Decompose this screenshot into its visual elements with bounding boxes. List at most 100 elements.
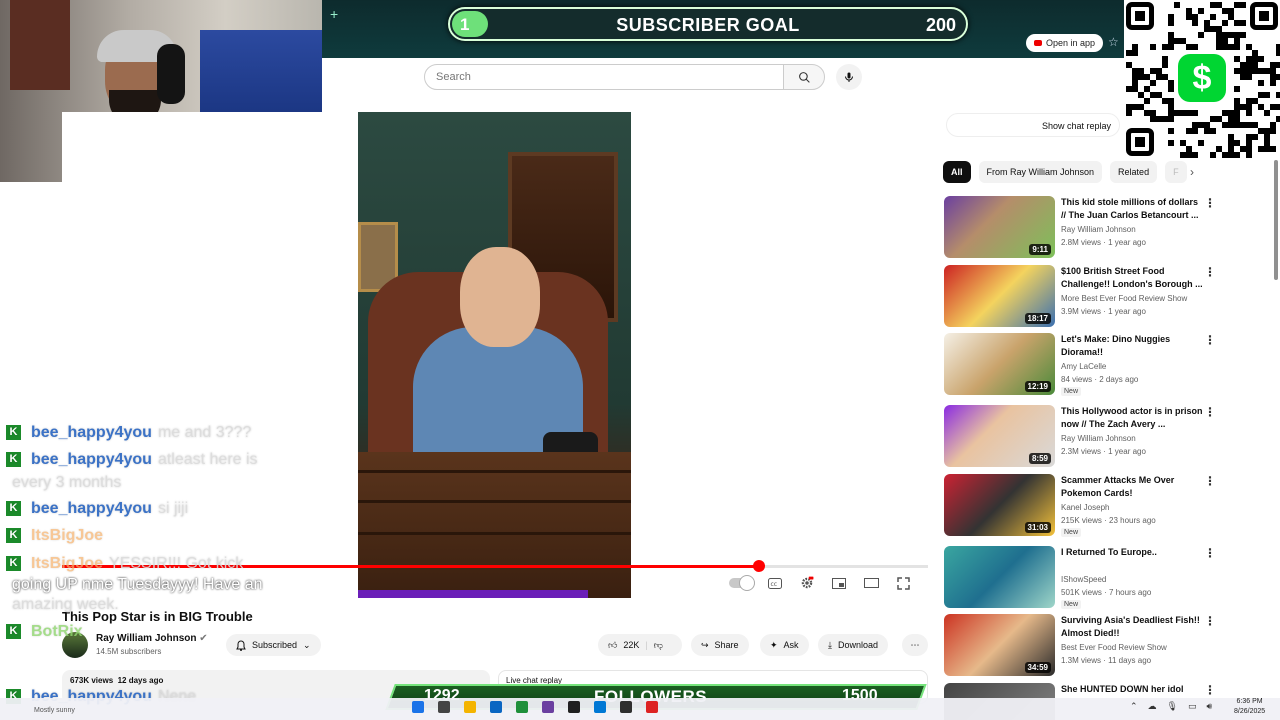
more-actions-button[interactable]: ⋯ bbox=[902, 634, 928, 656]
video-thumbnail[interactable]: 34:59 bbox=[944, 614, 1055, 676]
qr-module bbox=[1270, 146, 1276, 152]
recommendation-channel[interactable]: Amy LaCelle bbox=[1061, 362, 1106, 371]
video-thumbnail[interactable] bbox=[944, 546, 1055, 608]
download-icon: ⤓ bbox=[828, 639, 832, 650]
recommendation-meta: 84 views · 2 days ago bbox=[1061, 375, 1139, 384]
chat-text: every 3 months bbox=[12, 474, 122, 491]
recommendation-item[interactable]: 8:59 This Hollywood actor is in prison no… bbox=[944, 405, 1216, 469]
qr-module bbox=[1168, 44, 1174, 50]
miniplayer-button[interactable] bbox=[829, 573, 849, 593]
recommendation-item[interactable]: 34:59 Surviving Asia's Deadliest Fish!! A… bbox=[944, 614, 1216, 678]
share-button[interactable]: ↪ Share bbox=[691, 634, 749, 656]
recommendation-channel[interactable]: Kanel Joseph bbox=[1061, 503, 1109, 512]
more-vertical-icon[interactable]: ⋮ bbox=[1204, 614, 1216, 628]
more-vertical-icon[interactable]: ⋮ bbox=[1204, 474, 1216, 488]
chat-text: atleast here is bbox=[157, 451, 258, 468]
microphone-icon[interactable]: 🎙︎ bbox=[1167, 701, 1178, 712]
more-vertical-icon[interactable]: ⋮ bbox=[1204, 265, 1216, 279]
recommendation-channel[interactable]: Ray William Johnson bbox=[1061, 225, 1136, 234]
theater-mode-button[interactable] bbox=[861, 573, 881, 593]
recommendation-channel[interactable]: More Best Ever Food Review Show bbox=[1061, 294, 1187, 303]
recommendation-title[interactable]: Scammer Attacks Me Over Pokemon Cards! bbox=[1061, 474, 1203, 500]
qr-module bbox=[1198, 32, 1204, 38]
clock[interactable]: 6:36 PM 8/26/2025 bbox=[1234, 697, 1265, 717]
chevron-right-icon[interactable]: › bbox=[1190, 165, 1194, 179]
channel-name[interactable]: Ray William Johnson ✔ bbox=[96, 633, 208, 644]
recommendation-title[interactable]: She HUNTED DOWN her idol bbox=[1061, 683, 1203, 696]
recommendation-item[interactable]: 9:11 This kid stole millions of dollars /… bbox=[944, 196, 1216, 260]
taskbar-app-icon[interactable] bbox=[568, 701, 580, 713]
captions-button[interactable]: cc bbox=[765, 573, 785, 593]
chat-message: Kbee_happy4you si jiji bbox=[6, 500, 188, 518]
speaker-icon[interactable]: 🔊︎ bbox=[1207, 701, 1213, 712]
ask-button[interactable]: ✦ Ask bbox=[760, 634, 809, 656]
taskbar-app-icon[interactable] bbox=[542, 701, 554, 713]
share-label: Share bbox=[714, 640, 739, 650]
bookmark-star-icon[interactable]: ☆ bbox=[1108, 35, 1119, 49]
video-thumbnail[interactable]: 12:19 bbox=[944, 333, 1055, 395]
new-tab-button[interactable]: + bbox=[330, 6, 338, 22]
video-frame[interactable] bbox=[358, 112, 631, 598]
thumbs-up-icon[interactable]: 👍︎ bbox=[608, 640, 617, 651]
video-thumbnail[interactable]: 31:03 bbox=[944, 474, 1055, 536]
more-vertical-icon[interactable]: ⋮ bbox=[1204, 196, 1216, 210]
chat-message: K BotRix bbox=[6, 623, 83, 641]
recommendation-title[interactable]: $100 British Street Food Challenge!! Lon… bbox=[1061, 265, 1203, 291]
recommendation-channel[interactable]: IShowSpeed bbox=[1061, 575, 1106, 584]
recommendation-meta: 2.3M views · 1 year ago bbox=[1061, 447, 1146, 456]
show-chat-replay-button[interactable]: Show chat replay bbox=[946, 113, 1120, 137]
thumbs-down-icon[interactable]: 👎︎ bbox=[654, 640, 663, 651]
fullscreen-button[interactable] bbox=[893, 573, 913, 593]
video-thumbnail[interactable]: 9:11 bbox=[944, 196, 1055, 258]
windows-start-icon[interactable] bbox=[412, 701, 424, 713]
taskbar-app-icon[interactable] bbox=[490, 701, 502, 713]
more-vertical-icon[interactable]: ⋮ bbox=[1204, 405, 1216, 419]
more-vertical-icon[interactable]: ⋮ bbox=[1204, 546, 1216, 560]
chip-from-channel[interactable]: From Ray William Johnson bbox=[978, 161, 1103, 183]
autoplay-toggle[interactable] bbox=[729, 575, 755, 591]
taskbar-app-icon[interactable] bbox=[646, 701, 658, 713]
chip-related[interactable]: Related bbox=[1110, 161, 1158, 183]
recommendation-channel[interactable]: Best Ever Food Review Show bbox=[1061, 643, 1167, 652]
chip-all[interactable]: All bbox=[943, 161, 971, 183]
cloud-icon[interactable]: ☁ bbox=[1148, 701, 1157, 712]
like-dislike-group[interactable]: 👍︎ 22K | 👎︎ bbox=[598, 634, 682, 656]
recommendation-title[interactable]: Surviving Asia's Deadliest Fish!! Almost… bbox=[1061, 614, 1203, 640]
folder-icon[interactable] bbox=[464, 701, 476, 713]
recommendation-title[interactable]: This kid stole millions of dollars // Th… bbox=[1061, 196, 1203, 222]
weather-widget[interactable]: Mostly sunny bbox=[34, 707, 75, 714]
video-scrubber-knob[interactable] bbox=[753, 560, 766, 572]
recommendation-title[interactable]: This Hollywood actor is in prison now //… bbox=[1061, 405, 1203, 431]
more-vertical-icon[interactable]: ⋮ bbox=[1204, 333, 1216, 347]
voice-search-button[interactable] bbox=[836, 64, 862, 90]
taskbar-app-icon[interactable] bbox=[438, 701, 450, 713]
qr-module bbox=[1210, 152, 1216, 158]
video-thumbnail[interactable]: 8:59 bbox=[944, 405, 1055, 467]
chip-more[interactable]: F bbox=[1165, 161, 1187, 183]
subscribed-button[interactable]: Subscribed ⌄ bbox=[226, 634, 321, 656]
more-vertical-icon[interactable]: ⋮ bbox=[1204, 683, 1216, 697]
new-badge: New bbox=[1061, 528, 1082, 537]
taskbar-app-icon[interactable] bbox=[594, 701, 606, 713]
recommendation-title[interactable]: Let's Make: Dino Nuggies Diorama!! bbox=[1061, 333, 1203, 359]
taskbar-app-icon[interactable] bbox=[516, 701, 528, 713]
settings-button[interactable] bbox=[797, 573, 817, 593]
display-icon[interactable]: ▭ bbox=[1188, 701, 1197, 712]
recommendation-channel[interactable]: Ray William Johnson bbox=[1061, 434, 1136, 443]
recommendation-item[interactable]: 12:19 Let's Make: Dino Nuggies Diorama!! A… bbox=[944, 333, 1216, 397]
sidebar-scrollbar[interactable] bbox=[1274, 160, 1278, 280]
search-input[interactable]: Search bbox=[424, 64, 784, 90]
recommendation-title[interactable]: I Returned To Europe.. bbox=[1061, 546, 1203, 559]
taskbar-app-icon[interactable] bbox=[620, 701, 632, 713]
recommendation-item[interactable]: 31:03 Scammer Attacks Me Over Pokemon Car… bbox=[944, 474, 1216, 538]
video-thumbnail[interactable]: 18:17 bbox=[944, 265, 1055, 327]
search-button[interactable] bbox=[783, 64, 825, 90]
kick-badge-icon: K bbox=[6, 452, 21, 468]
chevron-up-icon[interactable]: ⌃ bbox=[1130, 701, 1138, 712]
video-player[interactable]: cc bbox=[62, 112, 928, 598]
open-in-app-button[interactable]: Open in app bbox=[1026, 34, 1104, 52]
recommendation-item[interactable]: 18:17 $100 British Street Food Challenge!… bbox=[944, 265, 1216, 329]
subscriber-goal-target: 200 bbox=[925, 15, 956, 35]
recommendation-item[interactable]: I Returned To Europe.. IShowSpeed 501K vie… bbox=[944, 546, 1216, 610]
download-button[interactable]: ⤓ Download bbox=[818, 634, 889, 656]
